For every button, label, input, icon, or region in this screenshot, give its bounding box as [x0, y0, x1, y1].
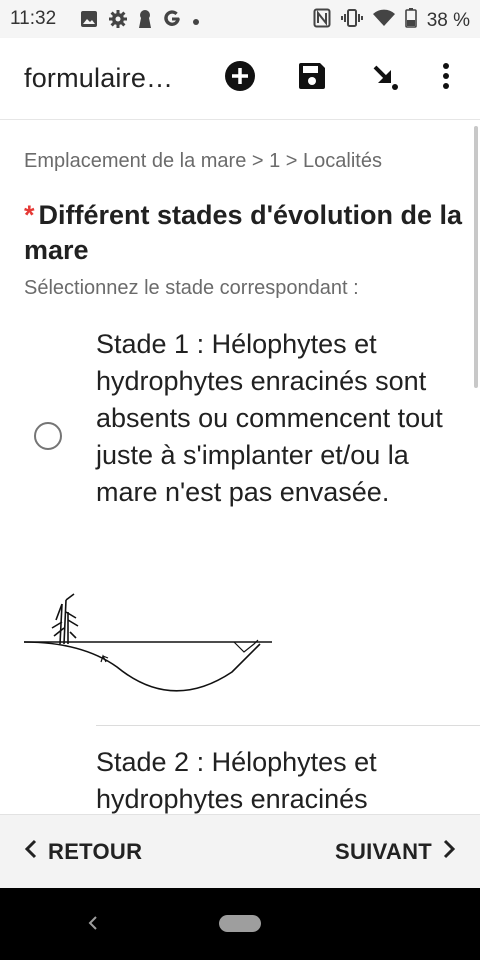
more-vert-icon	[442, 62, 450, 95]
back-button[interactable]: RETOUR	[24, 839, 142, 865]
choice-divider	[96, 725, 480, 726]
status-bar: 11:32 38 %	[0, 0, 480, 38]
dot-icon	[192, 13, 200, 31]
next-button[interactable]: SUIVANT	[335, 839, 456, 865]
question-text: Différent stades d'évolution de la mare	[24, 200, 463, 265]
system-back-button[interactable]	[86, 912, 100, 939]
download-arrow-icon	[369, 61, 399, 96]
google-icon	[162, 9, 182, 34]
save-button[interactable]	[294, 60, 330, 96]
nfc-icon	[313, 8, 331, 34]
keyhole-icon	[138, 9, 152, 34]
question-label: * Différent stades d'évolution de la mare	[24, 198, 464, 268]
gear-icon	[108, 9, 128, 34]
more-options-button[interactable]	[428, 60, 464, 96]
battery-percent: 38 %	[426, 10, 470, 31]
status-system-icons: 38 %	[313, 8, 470, 34]
breadcrumb: Emplacement de la mare > 1 > Localités	[24, 150, 382, 172]
chevron-right-icon	[442, 839, 456, 865]
vibrate-icon	[340, 8, 363, 34]
system-navigation-bar	[0, 888, 480, 960]
form-navigation-bar: RETOUR SUIVANT	[0, 814, 480, 888]
choice-label-2[interactable]: Stade 2 : Hélophytes et hydrophytes enra…	[96, 744, 466, 814]
choice-radio-1[interactable]	[34, 422, 62, 450]
wifi-icon	[372, 9, 395, 33]
add-repeat-button[interactable]	[222, 60, 258, 96]
status-notification-icons	[80, 9, 200, 34]
scrollbar[interactable]	[474, 126, 478, 388]
required-marker: *	[24, 200, 35, 230]
image-icon	[80, 10, 98, 33]
form-content[interactable]: Emplacement de la mare > 1 > Localités *…	[0, 120, 480, 814]
add-circle-icon	[224, 60, 256, 97]
back-label: RETOUR	[48, 839, 143, 864]
next-label: SUIVANT	[334, 839, 432, 864]
system-home-button[interactable]	[219, 915, 261, 932]
pond-stage-1-illustration[interactable]	[22, 592, 274, 704]
status-time: 11:32	[10, 8, 57, 29]
save-icon	[297, 61, 327, 96]
chevron-left-icon	[86, 916, 100, 938]
question-hint: Sélectionnez le stade correspondant :	[24, 277, 359, 299]
save-and-exit-button[interactable]	[366, 60, 402, 96]
choice-label-1[interactable]: Stade 1 : Hélophytes et hydrophytes enra…	[96, 326, 466, 511]
app-bar: formulaire…	[0, 38, 480, 120]
battery-icon	[404, 8, 417, 34]
chevron-left-icon	[24, 839, 38, 865]
form-title: formulaire…	[24, 63, 174, 93]
